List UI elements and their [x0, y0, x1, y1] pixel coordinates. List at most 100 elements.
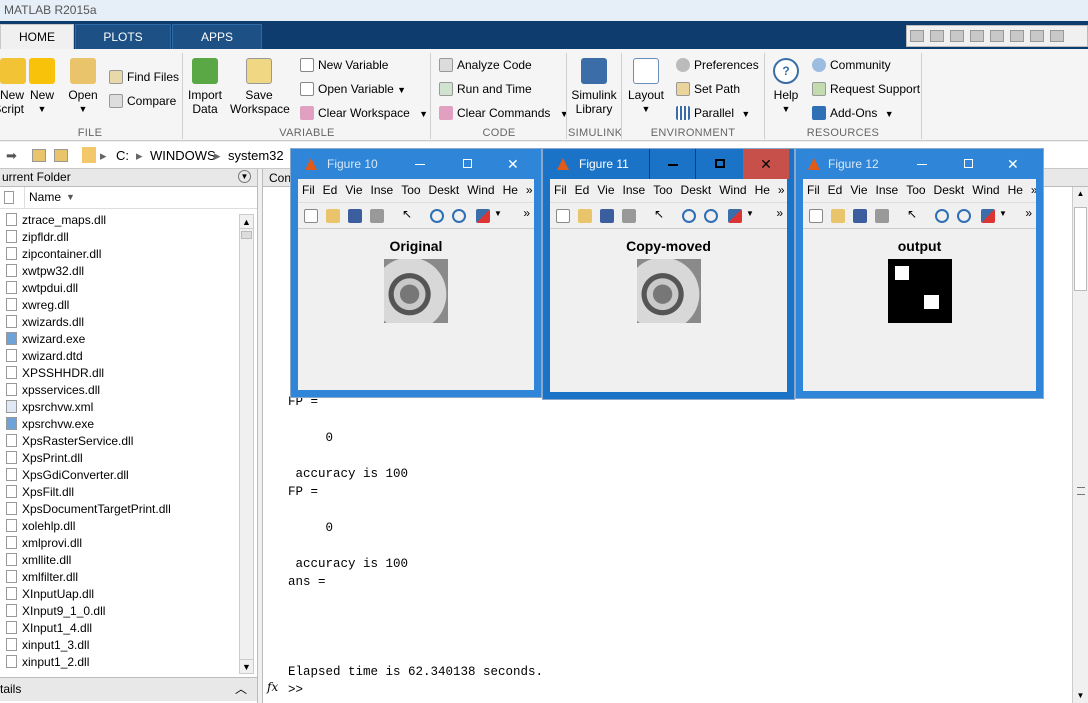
pointer-icon[interactable]: ↖: [402, 207, 412, 221]
scroll-thumb[interactable]: [241, 231, 252, 239]
pointer-icon[interactable]: ↖: [654, 207, 664, 221]
file-list-item[interactable]: xwizards.dll: [6, 314, 84, 331]
menu-more[interactable]: »: [1031, 183, 1036, 197]
figure-window[interactable]: Figure 12 ✕ FilEdVieInseTooDesktWindHe» …: [795, 148, 1044, 399]
file-list-item[interactable]: zipfldr.dll: [6, 229, 69, 246]
menu-tools[interactable]: Too: [401, 183, 420, 197]
figure-title-bar[interactable]: Figure 10 ✕: [291, 149, 541, 179]
figure-window[interactable]: Figure 10 ✕ Fil Ed Vie Inse Too Deskt Wind He » …: [290, 148, 542, 398]
menu-view[interactable]: Vie: [850, 183, 867, 197]
new-button[interactable]: New ▼: [26, 58, 58, 116]
breadcrumb-drive[interactable]: C:: [116, 148, 129, 163]
menu-window[interactable]: Wind: [719, 183, 746, 197]
menu-insert[interactable]: Inse: [623, 183, 646, 197]
preferences-button[interactable]: Preferences: [676, 57, 759, 73]
maximize-icon[interactable]: [463, 159, 472, 168]
file-list-item[interactable]: xpsrchvw.exe: [6, 416, 94, 433]
file-list-item[interactable]: XpsRasterService.dll: [6, 433, 133, 450]
command-prompt[interactable]: >>: [288, 683, 303, 697]
menu-help[interactable]: He: [755, 183, 770, 197]
menu-file[interactable]: Fil: [302, 183, 315, 197]
file-list-item[interactable]: XInput9_1_0.dll: [6, 603, 105, 620]
file-list-item[interactable]: xinput1_2.dll: [6, 654, 89, 671]
menu-tools[interactable]: Too: [906, 183, 925, 197]
undo-icon[interactable]: [1010, 30, 1024, 42]
file-list-item[interactable]: xinput1_3.dll: [6, 637, 89, 654]
analyze-code-button[interactable]: Analyze Code: [439, 57, 532, 73]
menu-more[interactable]: »: [778, 183, 785, 197]
file-list-item[interactable]: ztrace_maps.dll: [6, 212, 106, 229]
file-list-item[interactable]: zipcontainer.dll: [6, 246, 101, 263]
menu-edit[interactable]: Ed: [323, 183, 338, 197]
new-variable-button[interactable]: New Variable: [300, 57, 388, 73]
menu-desktop[interactable]: Deskt: [681, 183, 712, 197]
figure-title-bar[interactable]: Figure 12 ✕: [796, 149, 1043, 179]
tab-apps[interactable]: APPS: [172, 24, 262, 49]
overflow-icon[interactable]: »: [776, 206, 783, 220]
menu-insert[interactable]: Inse: [876, 183, 899, 197]
zoom-in-icon[interactable]: [682, 209, 696, 223]
open-file-icon[interactable]: [578, 209, 592, 223]
menu-help[interactable]: He: [503, 183, 518, 197]
run-and-time-button[interactable]: Run and Time: [439, 81, 532, 97]
clear-workspace-button[interactable]: Clear Workspace ▼: [300, 105, 428, 122]
name-column-header[interactable]: Name ▼: [0, 187, 257, 209]
minimize-icon[interactable]: [917, 164, 927, 165]
menu-help[interactable]: He: [1008, 183, 1023, 197]
menu-desktop[interactable]: Deskt: [429, 183, 460, 197]
maximize-button[interactable]: [697, 149, 744, 179]
forward-icon[interactable]: ➡: [6, 148, 17, 164]
new-figure-icon[interactable]: [556, 209, 570, 223]
menu-desktop[interactable]: Deskt: [934, 183, 965, 197]
redo-icon[interactable]: [1030, 30, 1044, 42]
menu-insert[interactable]: Inse: [371, 183, 394, 197]
cut-icon[interactable]: [950, 30, 964, 42]
parallel-button[interactable]: Parallel ▼: [676, 105, 750, 122]
scroll-thumb[interactable]: [1074, 207, 1087, 291]
community-button[interactable]: Community: [812, 57, 891, 73]
save-figure-icon[interactable]: [853, 209, 867, 223]
menu-view[interactable]: Vie: [345, 183, 362, 197]
file-list-item[interactable]: xpsservices.dll: [6, 382, 100, 399]
compare-button[interactable]: Compare: [109, 93, 176, 109]
copy-icon[interactable]: [970, 30, 984, 42]
menu-window[interactable]: Wind: [972, 183, 999, 197]
zoom-in-icon[interactable]: [935, 209, 949, 223]
clear-commands-button[interactable]: Clear Commands ▼: [439, 105, 569, 122]
layout-button[interactable]: Layout ▼: [626, 58, 666, 116]
menu-file[interactable]: Fil: [807, 183, 820, 197]
zoom-out-icon[interactable]: [957, 209, 971, 223]
brush-icon[interactable]: [476, 209, 490, 223]
dropdown-icon[interactable]: ▼: [999, 209, 1007, 218]
paste-icon[interactable]: [990, 30, 1004, 42]
save-workspace-button[interactable]: Save Workspace: [230, 58, 290, 116]
command-scrollbar[interactable]: ▲ ▼: [1072, 187, 1088, 703]
file-list-item[interactable]: xwreg.dll: [6, 297, 69, 314]
minimize-icon[interactable]: [415, 164, 425, 165]
scroll-up-icon[interactable]: ▲: [240, 215, 253, 229]
dropdown-icon[interactable]: ▼: [494, 209, 502, 218]
set-path-button[interactable]: Set Path: [676, 81, 740, 97]
menu-edit[interactable]: Ed: [575, 183, 590, 197]
brush-icon[interactable]: [728, 209, 742, 223]
scroll-up-icon[interactable]: ▲: [1073, 187, 1088, 201]
panel-actions-icon[interactable]: ▼: [238, 170, 251, 183]
figure-window[interactable]: Figure 11 ✕ Fil Ed Vie Inse Too Deskt Wind He » …: [542, 148, 795, 400]
file-list-item[interactable]: XpsPrint.dll: [6, 450, 83, 467]
brush-icon[interactable]: [981, 209, 995, 223]
menu-edit[interactable]: Ed: [828, 183, 843, 197]
file-list-item[interactable]: XPSSHHDR.dll: [6, 365, 104, 382]
chevron-up-icon[interactable]: ︿: [235, 678, 247, 700]
help-button[interactable]: ? Help ▼: [770, 58, 802, 116]
file-list-item[interactable]: XInputUap.dll: [6, 586, 94, 603]
file-list-item[interactable]: XpsDocumentTargetPrint.dll: [6, 501, 171, 518]
request-support-button[interactable]: Request Support: [812, 81, 920, 97]
zoom-in-icon[interactable]: [430, 209, 444, 223]
simulink-library-button[interactable]: Simulink Library: [570, 58, 618, 116]
find-files-button[interactable]: Find Files: [109, 69, 179, 85]
maximize-icon[interactable]: [964, 159, 973, 168]
menu-view[interactable]: Vie: [597, 183, 614, 197]
file-list-item[interactable]: xmlfilter.dll: [6, 569, 78, 586]
scroll-down-icon[interactable]: ▼: [240, 659, 253, 673]
print-icon[interactable]: [875, 209, 889, 223]
